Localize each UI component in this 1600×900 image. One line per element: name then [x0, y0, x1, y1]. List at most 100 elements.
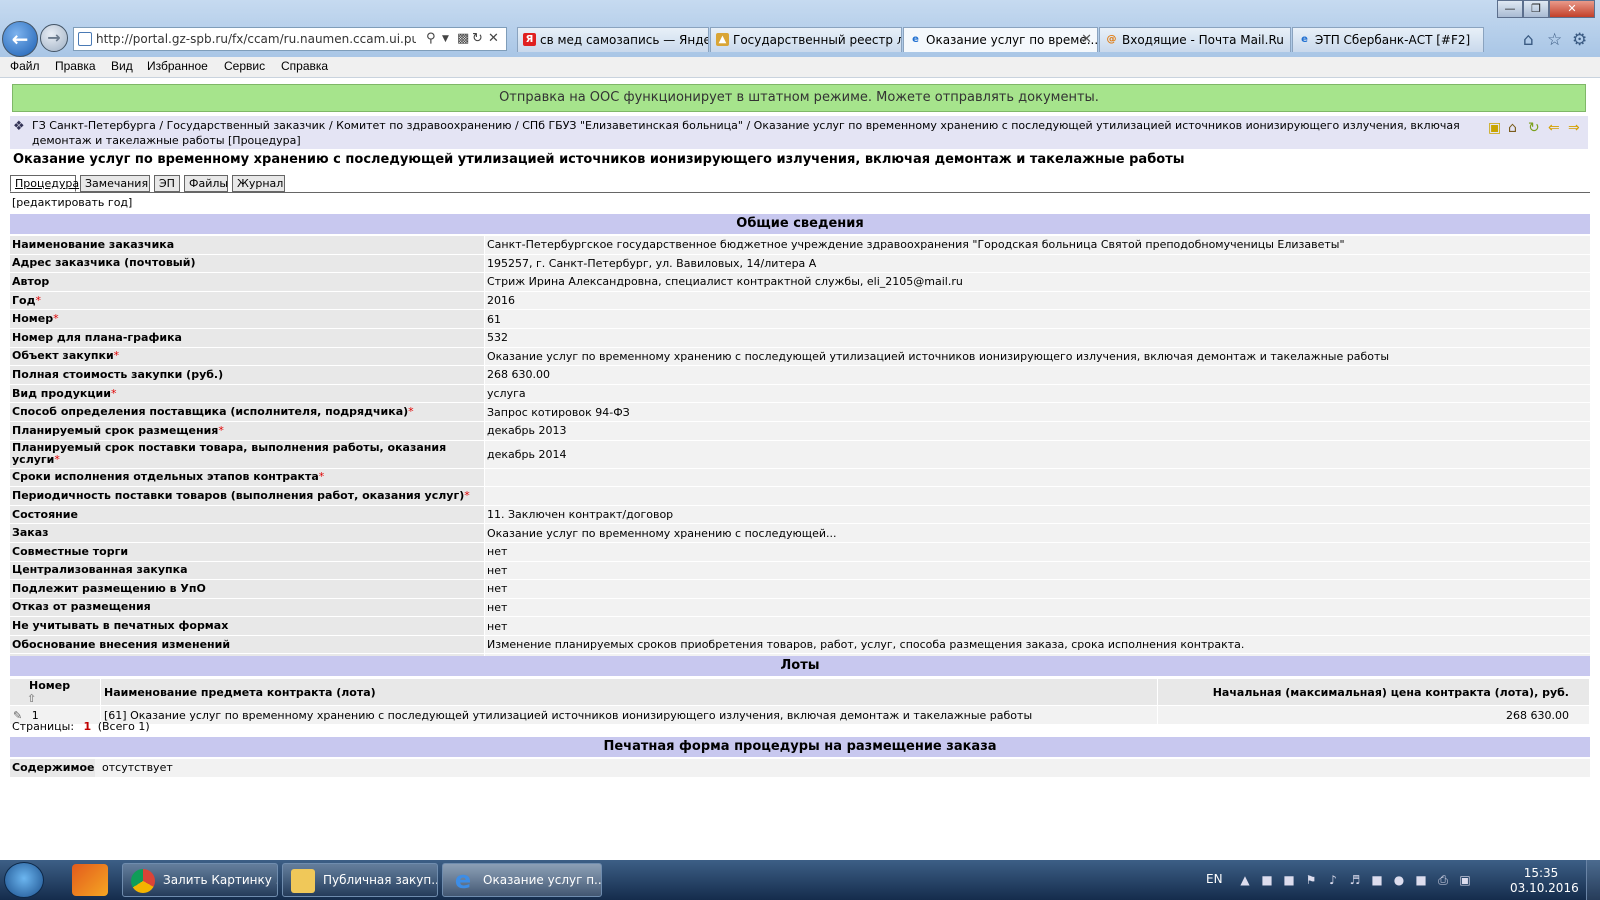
lots-col-name[interactable]: Наименование предмета контракта (лота) — [100, 679, 1158, 706]
field-label: Год* — [10, 291, 485, 311]
menu-edit[interactable]: Правка — [55, 59, 96, 73]
refresh-icon[interactable]: ↻ — [1528, 120, 1540, 136]
home-icon[interactable]: ⌂ — [1508, 120, 1517, 136]
taskbar-task-ie[interactable]: e Оказание услуг п... — [442, 863, 602, 897]
stop-icon[interactable]: ✕ — [488, 31, 499, 46]
table-row[interactable]: ✎ 1 [61] Оказание услуг по временному хр… — [10, 705, 1590, 724]
browser-tab-procedure[interactable]: e Оказание услуг по време... ✕ — [903, 27, 1098, 52]
field-label: Наименование заказчика — [10, 236, 485, 255]
tab-divider — [10, 192, 1590, 193]
required-marker: * — [113, 349, 120, 363]
tray-printer-icon[interactable]: ⎙ — [1436, 873, 1450, 887]
taskbar-task-chrome[interactable]: Залить Картинку ... — [122, 863, 278, 897]
field-label: Способ определения поставщика (исполните… — [10, 402, 485, 422]
taskbar-task-explorer[interactable]: Публичная закуп... — [282, 863, 438, 897]
field-label: Объект закупки* — [10, 347, 485, 367]
field-value: услуга — [484, 384, 1590, 404]
tray-flag-icon[interactable]: ⚑ — [1304, 873, 1318, 887]
edit-year-link[interactable]: [редактировать год] — [12, 196, 132, 209]
tray-skype-icon[interactable]: ● — [1392, 873, 1406, 887]
menu-help[interactable]: Справка — [281, 59, 328, 73]
required-marker: * — [54, 453, 60, 467]
breadcrumb[interactable]: ГЗ Санкт-Петербурга / Государственный за… — [32, 118, 1462, 148]
search-icon[interactable]: ⚲ — [426, 31, 436, 46]
table-row: Периодичность поставки товаров (выполнен… — [10, 486, 1590, 506]
tray-app-icon[interactable]: ■ — [1282, 873, 1296, 887]
start-button[interactable] — [4, 862, 44, 898]
arrow-left-icon[interactable]: ⇐ — [1548, 120, 1560, 136]
table-row: Подлежит размещению в УпО нет — [10, 579, 1590, 599]
field-value: декабрь 2013 — [484, 421, 1590, 441]
table-row: Номер для плана-графика 532 — [10, 328, 1590, 348]
tab-procedure[interactable]: Процедура — [10, 175, 79, 192]
refresh-icon[interactable]: ↻ — [472, 31, 483, 46]
maximize-button[interactable]: ❐ — [1523, 0, 1549, 18]
browser-tab-mail[interactable]: @ Входящие - Почта Mail.Ru — [1099, 27, 1291, 52]
field-label-text: Планируемый срок поставки товара, выполн… — [12, 441, 447, 467]
menu-tools[interactable]: Сервис — [224, 59, 265, 73]
tray-monitor-icon[interactable]: ▣ — [1458, 873, 1472, 887]
language-indicator[interactable]: EN — [1206, 872, 1223, 886]
field-label-text: Полная стоимость закупки (руб.) — [12, 367, 224, 381]
office-icon[interactable] — [72, 864, 108, 896]
menu-view[interactable]: Вид — [111, 59, 133, 73]
tray-volume-muted-icon[interactable]: ♪ — [1326, 873, 1340, 887]
field-value — [484, 486, 1590, 506]
pager-current-page[interactable]: 1 — [84, 720, 92, 733]
pager: Страницы: 1 (Всего 1) — [12, 720, 150, 733]
tab-remarks[interactable]: Замечания — [80, 175, 150, 192]
menu-file[interactable]: Файл — [10, 59, 40, 73]
field-label-text: Сроки исполнения отдельных этапов контра… — [12, 470, 319, 484]
favorites-star-icon[interactable]: ☆ — [1547, 30, 1562, 50]
menu-favorites[interactable]: Избранное — [147, 59, 208, 73]
field-label-text: Адрес заказчика (почтовый) — [12, 256, 196, 270]
dropdown-arrow-icon[interactable]: ▼ — [442, 34, 449, 44]
field-value: Санкт-Петербургское государственное бюдж… — [484, 236, 1590, 255]
browser-tab-yandex[interactable]: Я св мед самозапись — Яндек... — [517, 27, 709, 52]
lots-header: Лоты — [10, 656, 1590, 676]
forward-button[interactable]: → — [40, 24, 68, 52]
table-row: Вид продукции* услуга — [10, 384, 1590, 404]
field-value: 268 630.00 — [484, 365, 1590, 385]
compat-view-icon[interactable]: ▩ — [457, 31, 469, 46]
arrow-right-icon[interactable]: ⇒ — [1568, 120, 1580, 136]
address-bar[interactable]: http://portal.gz-spb.ru/fx/ccam/ru.naume… — [73, 27, 507, 51]
gear-icon[interactable]: ⚙ — [1572, 30, 1587, 50]
browser-tab-sberbank[interactable]: e ЭТП Сбербанк-АСТ [#F2] — [1292, 27, 1484, 52]
close-tab-icon[interactable]: ✕ — [1081, 28, 1092, 52]
close-window-button[interactable]: ✕ — [1549, 0, 1595, 18]
url-input[interactable]: http://portal.gz-spb.ru/fx/ccam/ru.naume… — [96, 32, 416, 46]
field-label: Не учитывать в печатных формах — [10, 616, 485, 636]
tab-label: Государственный реестр ле... — [733, 33, 901, 47]
tray-app-icon[interactable]: ■ — [1370, 873, 1384, 887]
tray-app-icon[interactable]: ■ — [1414, 873, 1428, 887]
tab-files[interactable]: Файлы — [184, 175, 228, 192]
tab-signature[interactable]: ЭП — [154, 175, 180, 192]
table-row: Объект закупки* Оказание услуг по временн… — [10, 347, 1590, 367]
table-row: Полная стоимость закупки (руб.) 268 630.0… — [10, 365, 1590, 385]
browser-tab-registry[interactable]: ▲ Государственный реестр ле... — [710, 27, 902, 52]
field-label: Сроки исполнения отдельных этапов контра… — [10, 468, 485, 488]
tray-app-icon[interactable]: ■ — [1260, 873, 1274, 887]
field-label-text: Не учитывать в печатных формах — [12, 619, 229, 633]
lots-col-price[interactable]: Начальная (максимальная) цена контракта … — [1157, 679, 1590, 706]
home-icon[interactable]: ⌂ — [1523, 30, 1534, 50]
sort-up-icon[interactable]: ⇧ — [27, 692, 36, 705]
minimize-button[interactable]: — — [1497, 0, 1523, 18]
back-button[interactable]: ← — [2, 21, 38, 57]
tray-network-icon[interactable]: ▲ — [1238, 873, 1252, 887]
lots-col-number[interactable]: Номер ⇧ — [10, 679, 101, 706]
field-label-text: Заказ — [12, 526, 49, 540]
table-row: Год* 2016 — [10, 291, 1590, 311]
show-desktop-button[interactable] — [1586, 860, 1600, 900]
folder-icon[interactable]: ▣ — [1488, 120, 1501, 136]
field-label: Адрес заказчика (почтовый) — [10, 254, 485, 274]
field-label-text: Планируемый срок размещения — [12, 423, 219, 437]
clock[interactable]: 15:35 03.10.2016 — [1510, 866, 1579, 896]
field-label-text: Состояние — [12, 507, 78, 521]
tab-journal[interactable]: Журнал — [232, 175, 285, 192]
lot-name-cell[interactable]: [61] Оказание услуг по временному хранен… — [100, 705, 1158, 724]
tray-speaker-icon[interactable]: ♬ — [1348, 873, 1362, 887]
required-marker: * — [318, 470, 325, 484]
lot-price-cell: 268 630.00 — [1157, 705, 1590, 724]
